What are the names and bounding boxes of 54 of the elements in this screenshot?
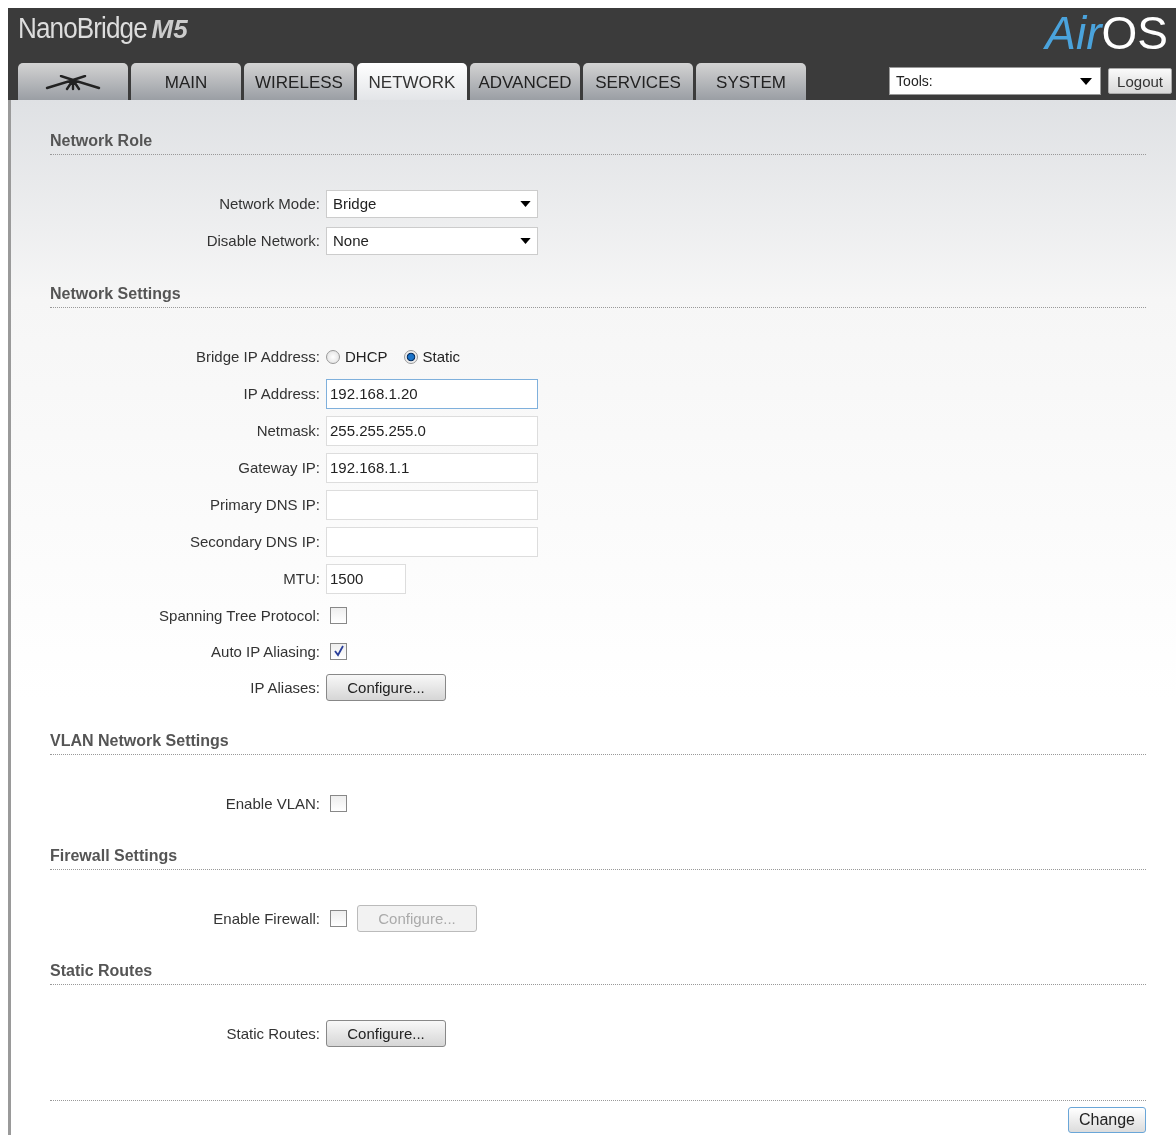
tab[interactable]: SERVICES	[583, 63, 693, 100]
field-label: Gateway IP:	[237, 459, 321, 476]
field-label: Enable Firewall:	[212, 909, 321, 927]
field-label: IP Address:	[242, 385, 321, 402]
field-label: Enable VLAN:	[224, 794, 321, 812]
radio-label: DHCP	[345, 348, 388, 365]
field-label: Auto IP Aliasing:	[210, 642, 321, 660]
radio-label: Static	[422, 348, 461, 365]
section-title: VLAN Network Settings	[50, 732, 1146, 755]
configure-button[interactable]: Configure...	[326, 674, 446, 701]
configure-button[interactable]: Configure...	[326, 1020, 446, 1047]
antenna-icon	[45, 74, 101, 91]
tools-dropdown[interactable]: Tools:	[889, 67, 1102, 95]
caret-icon	[1080, 77, 1093, 85]
field-label: Spanning Tree Protocol:	[158, 606, 321, 624]
input-field[interactable]	[326, 526, 538, 557]
field-label: MTU:	[282, 570, 321, 587]
select-field[interactable]: Bridge	[326, 189, 538, 218]
change-button[interactable]: Change	[1067, 1107, 1146, 1133]
input-field[interactable]: 192.168.1.1	[326, 452, 538, 483]
section-title: Network Settings	[50, 285, 1146, 308]
tab[interactable]: SYSTEM	[696, 63, 806, 100]
tab[interactable]: ADVANCED	[470, 63, 580, 100]
input-field[interactable]: 192.168.1.20	[326, 378, 538, 409]
field-label: Secondary DNS IP:	[188, 533, 321, 550]
logo-text: Air	[1045, 8, 1102, 59]
section-title: Network Role	[50, 132, 1146, 155]
checkbox[interactable]	[330, 606, 347, 624]
select-field[interactable]: None	[326, 226, 538, 255]
field-label: Bridge IP Address:	[195, 348, 321, 365]
model-name: M5	[151, 14, 188, 44]
caret-icon	[520, 200, 531, 207]
field-label: Netmask:	[255, 422, 321, 439]
section-title: Static Routes	[50, 962, 1146, 985]
field-label: IP Aliases:	[249, 679, 321, 696]
input-field[interactable]	[326, 489, 538, 520]
input-field[interactable]: 1500	[326, 563, 406, 594]
field-label: Network Mode:	[218, 195, 321, 212]
checkbox[interactable]	[330, 794, 347, 812]
field-label: Disable Network:	[205, 232, 321, 249]
input-field[interactable]: 255.255.255.0	[326, 415, 538, 446]
tab[interactable]: WIRELESS	[244, 63, 354, 100]
product-name: NanoBridge	[18, 12, 147, 45]
logout-button[interactable]: Logout	[1108, 68, 1172, 94]
field-label: Primary DNS IP:	[209, 496, 321, 513]
tab[interactable]: MAIN	[131, 63, 241, 100]
tab[interactable]	[18, 63, 128, 100]
field-label: Static Routes:	[225, 1025, 321, 1042]
caret-icon	[520, 237, 531, 244]
radio-button[interactable]	[403, 349, 418, 364]
radio-button[interactable]	[326, 349, 340, 364]
section-title: Firewall Settings	[50, 847, 1146, 870]
tab[interactable]: NETWORK	[357, 63, 467, 100]
checkbox[interactable]	[330, 642, 347, 660]
